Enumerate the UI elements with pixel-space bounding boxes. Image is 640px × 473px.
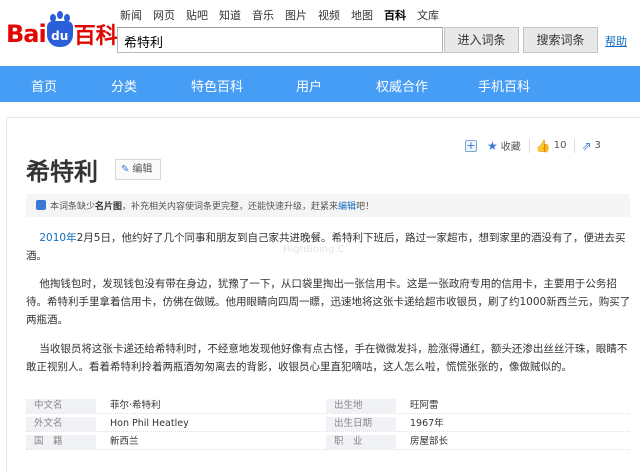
article-actions: + ★ 收藏 👍 10 ⇗ 3 (465, 138, 609, 153)
nav-music[interactable]: 音乐 (252, 7, 274, 23)
paragraph-1: 2010年2月5日，他约好了几个同事和朋友到自己家共进晚餐。希特利下班后，路过一… (26, 229, 634, 265)
paragraph-3-text: 当收银员将这张卡递还给希特利时，不经意地发现他好像有点古怪，手在微微发抖，脸涨得… (26, 343, 628, 373)
paragraph-3: 当收银员将这张卡递还给希特利时，不经意地发现他好像有点古怪，手在微微发抖，脸涨得… (26, 340, 634, 376)
paragraph-2: 他掏钱包时，发现钱包没有带在身边，犹豫了一下，从口袋里掏出一张信用卡。这是一张政… (26, 275, 634, 329)
info-key: 国 籍 (26, 435, 96, 449)
like-count: 10 (553, 140, 567, 151)
mainnav-home[interactable]: 首页 (31, 76, 57, 95)
favorite-label: 收藏 (500, 142, 521, 153)
favorite-button[interactable]: ★ 收藏 (487, 138, 521, 154)
like-button[interactable]: 👍 10 (536, 139, 567, 153)
info-key: 出生地 (326, 399, 396, 413)
info-row: 外文名 Hon Phil Heatley 出生日期 1967年 (26, 414, 630, 432)
add-icon[interactable]: + (465, 139, 477, 152)
info-key: 中文名 (26, 399, 96, 413)
edit-notice-icon (36, 200, 46, 210)
info-value: 旺阿雷 (410, 400, 439, 411)
thumbs-up-icon: 👍 (535, 138, 551, 153)
pencil-icon: ✎ (121, 164, 130, 175)
nav-video[interactable]: 视频 (318, 7, 340, 23)
info-key: 外文名 (26, 417, 96, 431)
search-entry-button[interactable]: 搜索词条 (523, 27, 598, 53)
share-button[interactable]: ⇗ 3 (581, 139, 600, 153)
mainnav-featured[interactable]: 特色百科 (191, 76, 243, 95)
mainnav-partners[interactable]: 权威合作 (376, 76, 428, 95)
star-icon: ★ (487, 138, 498, 153)
page-title: 希特利 (26, 158, 98, 186)
main-nav-bar: 首页 分类 特色百科 用户 权威合作 手机百科 (0, 66, 640, 102)
nav-news[interactable]: 新闻 (120, 7, 142, 23)
info-row: 国 籍 新西兰 职 业 房屋部长 (26, 432, 630, 450)
baidu-baike-logo[interactable]: Bai du 百科 (6, 14, 118, 54)
edit-button[interactable]: ✎ 编辑 (115, 159, 161, 180)
info-value: 菲尔·希特利 (110, 400, 161, 411)
notice-suffix: 吧！ (356, 202, 375, 212)
mainnav-mobile[interactable]: 手机百科 (478, 76, 530, 95)
paragraph-2-text: 他掏钱包时，发现钱包没有带在身边，犹豫了一下，从口袋里掏出一张信用卡。这是一张政… (26, 278, 631, 326)
search-input[interactable]: 希特利 (117, 27, 443, 53)
paragraph-1-text: 2月5日，他约好了几个同事和朋友到自己家共进晚餐。希特利下班后，路过一家超市，想… (26, 232, 626, 262)
notice-edit-link[interactable]: 编辑 (338, 202, 356, 212)
logo-text-baike: 百科 (73, 24, 118, 49)
help-link[interactable]: 帮助 (605, 33, 627, 49)
site-header: Bai du 百科 新闻 网页 贴吧 知道 音乐 图片 视频 地图 百科 文库 … (0, 0, 640, 66)
paw-icon: du (46, 14, 73, 47)
info-value: 1967年 (410, 418, 444, 429)
notice-middle: ，补充相关内容使词条更完整，还能快速升级，赶紧来 (122, 202, 339, 212)
basic-info-table: 中文名 菲尔·希特利 出生地 旺阿雷 外文名 Hon Phil Heatley … (26, 396, 630, 450)
info-key: 出生日期 (326, 417, 396, 431)
logo-text-bai: Bai (6, 20, 47, 48)
divider (528, 138, 530, 153)
info-key: 职 业 (326, 435, 396, 449)
nav-baike[interactable]: 百科 (384, 7, 406, 23)
info-value: 房屋部长 (410, 436, 449, 447)
share-icon: ⇗ (581, 138, 592, 153)
product-nav: 新闻 网页 贴吧 知道 音乐 图片 视频 地图 百科 文库 (120, 7, 450, 23)
nav-web[interactable]: 网页 (153, 7, 175, 23)
share-count: 3 (594, 140, 601, 151)
notice-bold: 名片图 (95, 202, 123, 212)
notice-prefix: 本词条缺少 (50, 202, 96, 212)
mainnav-category[interactable]: 分类 (111, 76, 137, 95)
info-row: 中文名 菲尔·希特利 出生地 旺阿雷 (26, 396, 630, 414)
mainnav-users[interactable]: 用户 (296, 76, 322, 95)
missing-image-notice: 本词条缺少名片图，补充相关内容使词条更完整，还能快速升级，赶紧来编辑吧！ (26, 194, 630, 217)
nav-images[interactable]: 图片 (285, 7, 307, 23)
enter-entry-button[interactable]: 进入词条 (444, 27, 519, 53)
edit-label: 编辑 (132, 164, 153, 175)
info-value: 新西兰 (110, 436, 139, 447)
divider (574, 138, 576, 153)
nav-tieba[interactable]: 贴吧 (186, 7, 208, 23)
nav-map[interactable]: 地图 (351, 7, 373, 23)
nav-wenku[interactable]: 文库 (417, 7, 439, 23)
nav-zhidao[interactable]: 知道 (219, 7, 241, 23)
info-value: Hon Phil Heatley (110, 418, 189, 429)
year-link[interactable]: 2010年 (39, 232, 76, 244)
